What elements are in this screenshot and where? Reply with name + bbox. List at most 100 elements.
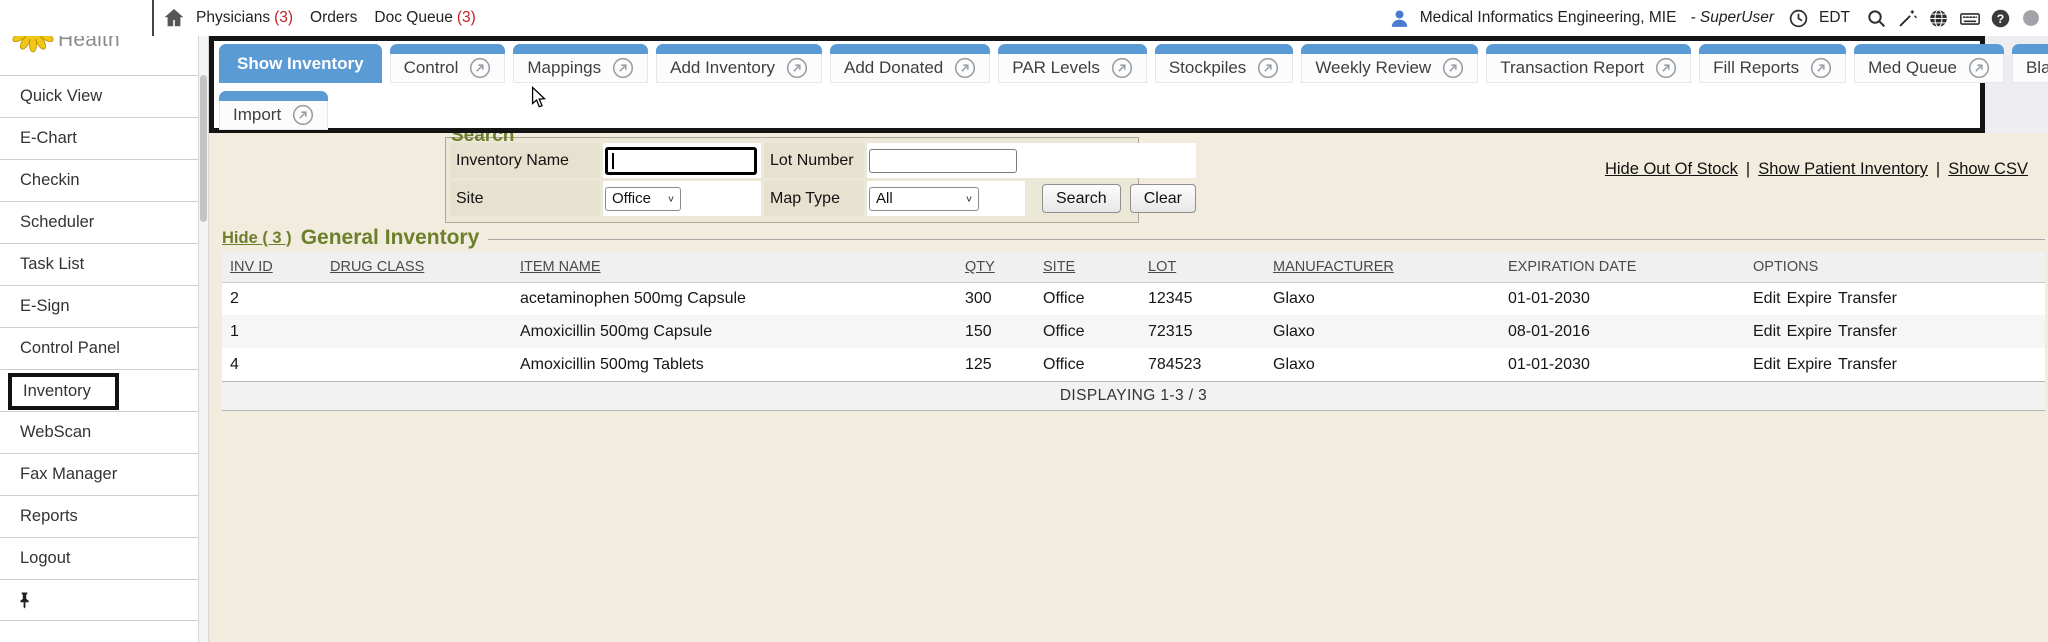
help-icon[interactable]: ? <box>1990 8 2011 29</box>
sidebar-item-quick-view[interactable]: Quick View <box>0 75 198 117</box>
link-show-patient-inventory[interactable]: Show Patient Inventory <box>1758 160 1928 179</box>
cell-qty: 150 <box>957 315 1035 348</box>
sidebar-item-webscan[interactable]: WebScan <box>0 411 198 453</box>
tab-med-queue[interactable]: Med Queue <box>1854 44 2004 83</box>
tab-weekly-review[interactable]: Weekly Review <box>1301 44 1478 83</box>
column-header-item-name[interactable]: ITEM NAME <box>512 252 957 282</box>
sidebar-item-control-panel[interactable]: Control Panel <box>0 327 198 369</box>
avatar-circle[interactable] <box>2021 8 2042 29</box>
expire-link[interactable]: Expire <box>1787 356 1832 373</box>
cell-site: Office <box>1035 348 1140 381</box>
site-label: Site <box>450 181 600 216</box>
sidebar-item-logout[interactable]: Logout <box>0 537 198 579</box>
tab-add-inventory[interactable]: Add Inventory <box>656 44 822 83</box>
section-title: General Inventory <box>301 226 480 250</box>
link-show-csv[interactable]: Show CSV <box>1948 160 2028 179</box>
cell-inv-id: 1 <box>222 315 322 348</box>
column-header-drug-class[interactable]: DRUG CLASS <box>322 252 512 282</box>
edit-link[interactable]: Edit <box>1753 290 1781 307</box>
sidebar-item-inventory[interactable]: Inventory <box>0 369 198 411</box>
user-cluster: Medical Informatics Engineering, MIE - S… <box>1389 0 2042 36</box>
hide-count-link[interactable]: Hide ( 3 ) <box>222 229 292 248</box>
tab-label: Mappings <box>527 58 601 78</box>
sidebar-item-reports[interactable]: Reports <box>0 495 198 537</box>
column-header-manufacturer[interactable]: MANUFACTURER <box>1265 252 1500 282</box>
sidebar-item-e-sign[interactable]: E-Sign <box>0 285 198 327</box>
search-button[interactable]: Search <box>1042 184 1121 213</box>
keyboard-icon[interactable] <box>1959 8 1980 29</box>
lot-number-input[interactable] <box>869 149 1017 173</box>
transfer-link[interactable]: Transfer <box>1838 356 1897 373</box>
scrollbar-thumb[interactable] <box>200 75 207 222</box>
lot-number-label: Lot Number <box>764 143 864 178</box>
cell-qty: 125 <box>957 348 1035 381</box>
sidebar-scrollbar[interactable] <box>198 36 209 642</box>
site-select[interactable]: Office∨ <box>605 187 681 211</box>
column-header-inv-id[interactable]: INV ID <box>222 252 322 282</box>
map-type-label: Map Type <box>764 181 864 216</box>
link-hide-out-of-stock[interactable]: Hide Out Of Stock <box>1605 160 1738 179</box>
link-separator: | <box>1936 160 1940 179</box>
sidebar-item-task-list[interactable]: Task List <box>0 243 198 285</box>
tab-stockpiles[interactable]: Stockpiles <box>1155 44 1293 83</box>
search-fieldset: Inventory Name Lot Number Site Office∨ M… <box>445 137 1139 223</box>
transfer-link[interactable]: Transfer <box>1838 323 1897 340</box>
sidebar-item-e-chart[interactable]: E-Chart <box>0 117 198 159</box>
cell-expiration: 01-01-2030 <box>1500 282 1745 315</box>
wand-icon[interactable] <box>1897 8 1918 29</box>
external-link-icon[interactable] <box>1111 57 1133 79</box>
column-header-site[interactable]: SITE <box>1035 252 1140 282</box>
tab-show-inventory[interactable]: Show Inventory <box>219 44 382 83</box>
nav-physicians[interactable]: Physicians(3) <box>196 9 293 27</box>
clock-icon[interactable] <box>1788 8 1809 29</box>
table-row: 2acetaminophen 500mg Capsule300Office123… <box>222 282 2045 315</box>
external-link-icon[interactable] <box>1968 57 1990 79</box>
inventory-name-label: Inventory Name <box>450 143 600 178</box>
tab-fill-reports[interactable]: Fill Reports <box>1699 44 1846 83</box>
expire-link[interactable]: Expire <box>1787 290 1832 307</box>
edit-link[interactable]: Edit <box>1753 323 1781 340</box>
transfer-link[interactable]: Transfer <box>1838 290 1897 307</box>
column-header-qty[interactable]: QTY <box>957 252 1035 282</box>
main-content: Search Inventory Name Lot Number Site Of… <box>209 36 2048 642</box>
sidebar-item-checkin[interactable]: Checkin <box>0 159 198 201</box>
tab-blank-labels[interactable]: Blank Labels <box>2012 44 2048 83</box>
tab-transaction-report[interactable]: Transaction Report <box>1486 44 1691 83</box>
tab-par-levels[interactable]: PAR Levels <box>998 44 1147 83</box>
map-type-select[interactable]: All∨ <box>869 187 979 211</box>
external-link-icon[interactable] <box>1442 57 1464 79</box>
timezone-label: EDT <box>1819 9 1850 27</box>
nav-doc-queue[interactable]: Doc Queue(3) <box>374 9 475 27</box>
tab-accent-strip <box>1699 44 1846 54</box>
clear-button[interactable]: Clear <box>1130 184 1196 213</box>
external-link-icon[interactable] <box>1810 57 1832 79</box>
external-link-icon[interactable] <box>612 57 634 79</box>
pin-sidebar-toggle[interactable] <box>0 579 198 621</box>
external-link-icon[interactable] <box>292 104 314 126</box>
tab-label: Stockpiles <box>1169 58 1246 78</box>
tab-mappings[interactable]: Mappings <box>513 44 648 83</box>
expire-link[interactable]: Expire <box>1787 323 1832 340</box>
tab-add-donated[interactable]: Add Donated <box>830 44 990 83</box>
tab-control[interactable]: Control <box>390 44 506 83</box>
nav-orders[interactable]: Orders <box>310 9 357 27</box>
tab-label: Weekly Review <box>1315 58 1431 78</box>
sidebar-item-scheduler[interactable]: Scheduler <box>0 201 198 243</box>
external-link-icon[interactable] <box>1655 57 1677 79</box>
external-link-icon[interactable] <box>469 57 491 79</box>
home-icon[interactable] <box>162 6 186 30</box>
external-link-icon[interactable] <box>954 57 976 79</box>
inventory-name-input[interactable] <box>605 147 757 175</box>
tab-label: Control <box>404 58 459 78</box>
column-header-lot[interactable]: LOT <box>1140 252 1265 282</box>
globe-icon[interactable] <box>1928 8 1949 29</box>
edit-link[interactable]: Edit <box>1753 356 1781 373</box>
external-link-icon[interactable] <box>1257 57 1279 79</box>
sidebar-item-fax-manager[interactable]: Fax Manager <box>0 453 198 495</box>
tab-import[interactable]: Import <box>219 91 328 130</box>
tab-accent-strip <box>998 44 1147 54</box>
search-icon[interactable] <box>1866 8 1887 29</box>
link-separator: | <box>1746 160 1750 179</box>
external-link-icon[interactable] <box>786 57 808 79</box>
cell-options: Edit Expire Transfer <box>1745 315 2045 348</box>
